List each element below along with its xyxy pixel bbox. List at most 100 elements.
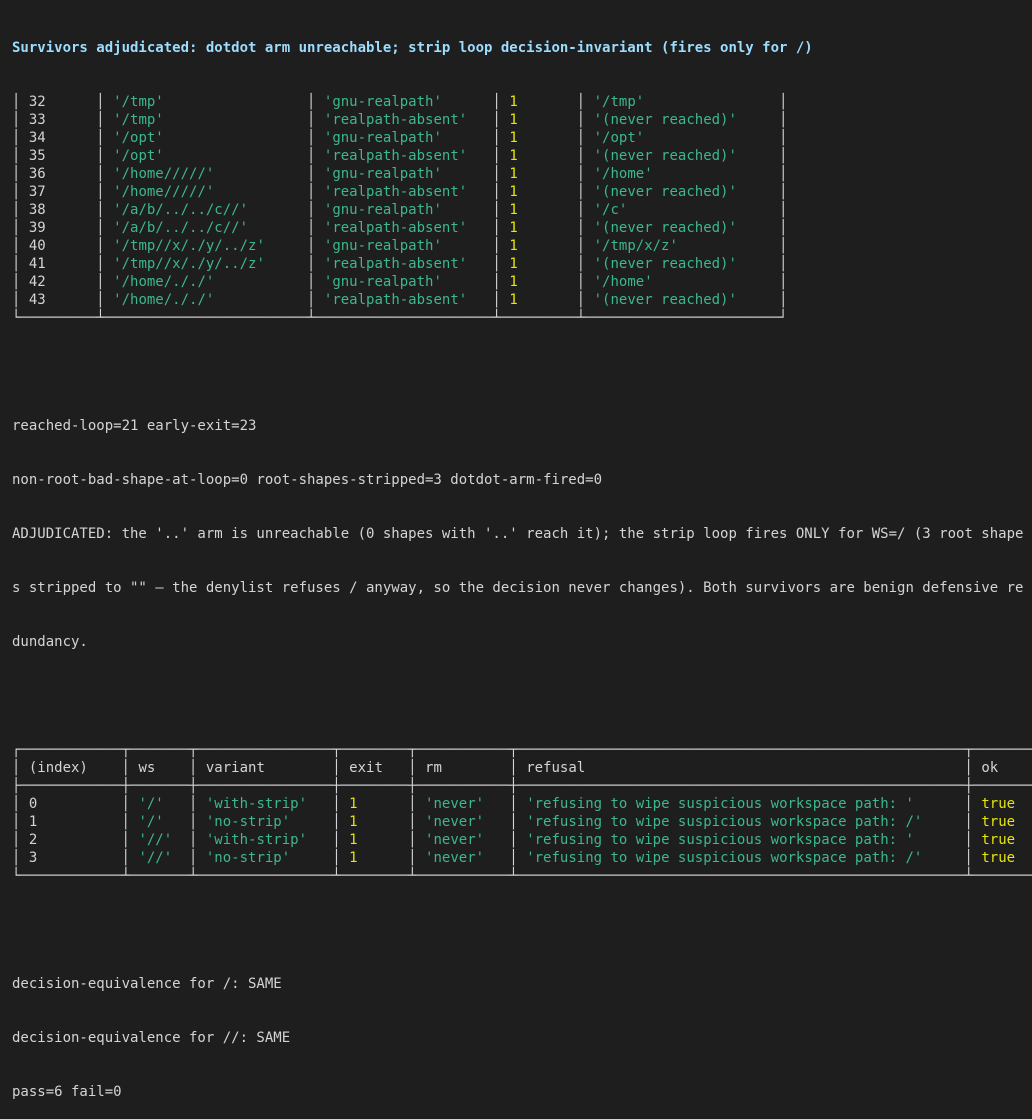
adjudicated-line-1: ADJUDICATED: the '..' arm is unreachable… [12,526,1024,542]
col-separator: │ [576,202,594,218]
survivors-table-row: │ 35 │ '/opt' │ 'realpath-absent' │ 1 │ … [12,147,1032,165]
footer-line-2: decision-equivalence for //: SAME [12,1030,291,1046]
decision-table-top: ┌────────────┬───────┬────────────────┬─… [12,741,1032,759]
cell-idx: 33 [28,112,97,128]
cell-method: 'realpath-absent' [323,184,493,200]
col-separator: │ [96,148,114,164]
cell-exit: 1 [349,832,409,848]
cell-ok: true [981,832,1016,848]
cell-input: '/a/b/../../c//' [113,220,308,236]
cell-result: '(never reached)' [593,220,780,236]
cell-result: '(never reached)' [593,292,780,308]
cell-exit: 1 [509,220,577,236]
col-separator: │ [492,148,510,164]
header-refusal: refusal [526,760,965,776]
summary-line-2: non-root-bad-shape-at-loop=0 root-shapes… [12,472,603,488]
cell-ws: '//' [138,850,190,866]
col-separator: │ [576,274,594,290]
col-separator: │ [576,166,594,182]
col-separator: │ [12,238,29,254]
col-separator: │ [576,94,594,110]
cell-exit: 1 [509,112,577,128]
cell-exit: 1 [349,850,409,866]
col-separator: │ [307,184,324,200]
col-separator: │ [12,814,29,830]
col-separator: │ [189,760,206,776]
col-separator: │ [121,814,139,830]
col-separator: │ [576,292,594,308]
cell-input: '/home/././' [113,274,308,290]
col-separator: │ [307,238,324,254]
col-separator: │ [964,760,982,776]
cell-input: '/home/////' [113,166,308,182]
col-separator: │ [408,814,426,830]
output-header: Survivors adjudicated: dotdot arm unreac… [12,40,813,56]
col-separator: │ [96,94,114,110]
col-separator: │ [964,832,982,848]
cell-exit: 1 [509,256,577,272]
col-separator: │ [492,256,510,272]
adjudicated-line-3: dundancy. [12,634,88,650]
col-separator: │ [332,814,350,830]
col-separator: │ [779,256,788,272]
col-separator: │ [12,184,29,200]
cell-exit: 1 [509,238,577,254]
cell-exit: 1 [509,130,577,146]
cell-variant: 'no-strip' [205,814,333,830]
cell-method: 'gnu-realpath' [323,274,493,290]
col-separator: │ [307,94,324,110]
cell-index: 0 [28,796,122,812]
adjudicated-line-2: s stripped to "" — the denylist refuses … [12,580,1024,596]
col-separator: │ [12,274,29,290]
survivors-table-bottom: └─────────┴────────────────────────┴────… [12,309,1032,327]
header-ws: ws [138,760,190,776]
cell-exit: 1 [509,202,577,218]
table-border: └────────────┴───────┴────────────────┴─… [12,868,1032,884]
footer-line-3: pass=6 fail=0 [12,1084,122,1100]
table-border: └─────────┴────────────────────────┴────… [12,310,788,326]
cell-variant: 'with-strip' [205,832,333,848]
cell-ws: '//' [138,832,190,848]
col-separator: │ [408,832,426,848]
cell-input: '/tmp' [113,94,308,110]
cell-rm: 'never' [425,832,510,848]
col-separator: │ [779,238,788,254]
cell-idx: 37 [28,184,97,200]
cell-result: '/c' [593,202,780,218]
col-separator: │ [12,832,29,848]
col-separator: │ [121,832,139,848]
cell-method: 'gnu-realpath' [323,94,493,110]
cell-input: '/opt' [113,130,308,146]
cell-exit: 1 [509,274,577,290]
cell-rm: 'never' [425,796,510,812]
cell-ok: true [981,796,1016,812]
cell-refusal: 'refusing to wipe suspicious workspace p… [526,832,965,848]
col-separator: │ [12,202,29,218]
cell-index: 1 [28,814,122,830]
cell-index: 3 [28,850,122,866]
cell-result: '/tmp' [593,94,780,110]
cell-idx: 38 [28,202,97,218]
col-separator: │ [12,112,29,128]
survivors-table-row: │ 34 │ '/opt' │ 'gnu-realpath' │ 1 │ '/o… [12,129,1032,147]
cell-idx: 32 [28,94,97,110]
header-exit: exit [349,760,409,776]
decision-table-header: │ (index) │ ws │ variant │ exit │ rm │ r… [12,759,1032,777]
col-separator: │ [576,130,594,146]
col-separator: │ [492,94,510,110]
col-separator: │ [779,166,788,182]
cell-idx: 35 [28,148,97,164]
survivors-table-row: │ 41 │ '/tmp//x/./y/../z' │ 'realpath-ab… [12,255,1032,273]
cell-input: '/tmp' [113,112,308,128]
col-separator: │ [492,292,510,308]
col-separator: │ [779,202,788,218]
decision-table-divider: ├────────────┼───────┼────────────────┼─… [12,777,1032,795]
cell-method: 'gnu-realpath' [323,238,493,254]
table-border: ├────────────┼───────┼────────────────┼─… [12,778,1032,794]
cell-exit: 1 [509,148,577,164]
survivors-table-row: │ 38 │ '/a/b/../../c//' │ 'gnu-realpath'… [12,201,1032,219]
cell-idx: 43 [28,292,97,308]
decision-table: ┌────────────┬───────┬────────────────┬─… [12,741,1032,885]
col-separator: │ [121,760,139,776]
table-border: ┌────────────┬───────┬────────────────┬─… [12,742,1032,758]
